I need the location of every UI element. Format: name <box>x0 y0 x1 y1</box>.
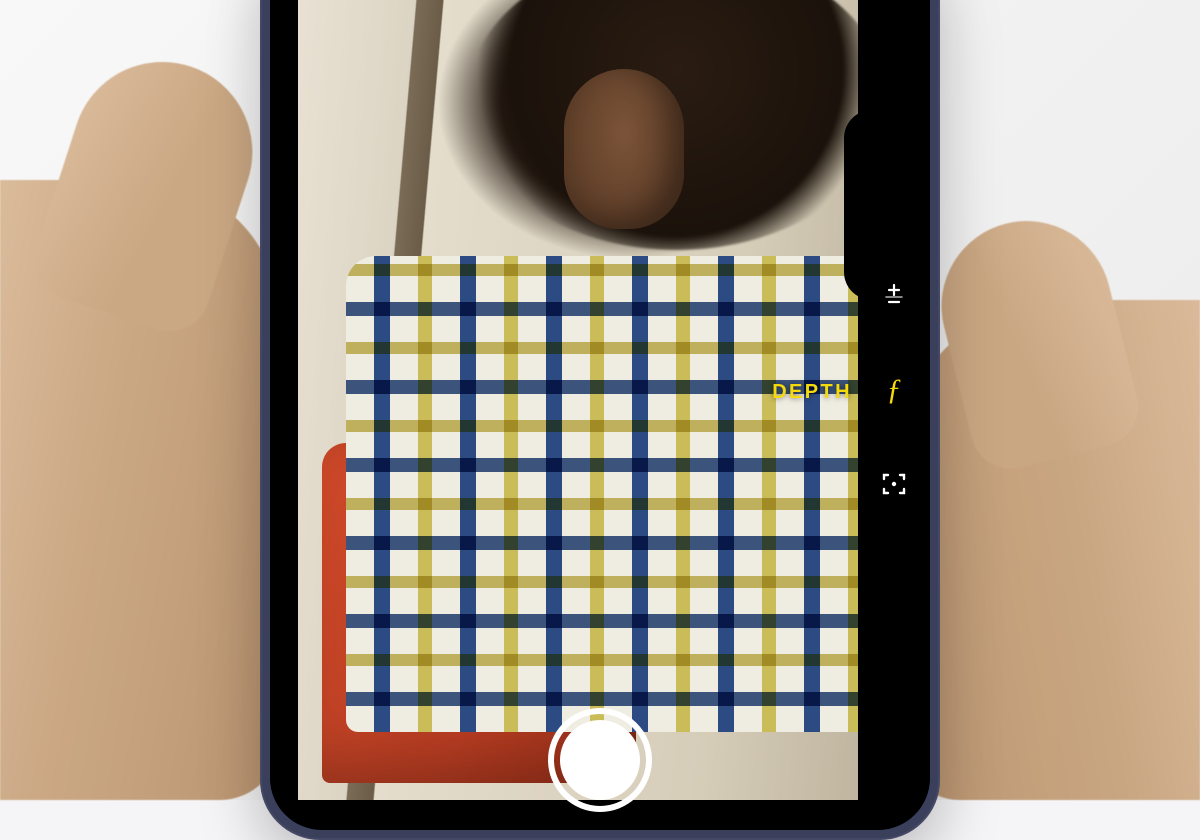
viewfinder-subject-shirt <box>346 256 878 732</box>
hand-left <box>0 180 280 800</box>
depth-control-button[interactable]: DEPTH ƒ <box>874 370 914 410</box>
exposure-button[interactable] <box>874 276 914 316</box>
shutter-button[interactable] <box>548 708 652 812</box>
phone-device: DEPTH ƒ <box>260 0 940 840</box>
shutter-core-icon <box>560 720 640 800</box>
frame-focus-button[interactable] <box>874 464 914 504</box>
camera-app-screen: DEPTH ƒ <box>270 0 930 830</box>
frame-focus-icon <box>880 470 908 498</box>
aperture-f-icon: ƒ <box>887 375 902 405</box>
product-photo-scene: DEPTH ƒ <box>0 0 1200 800</box>
camera-side-controls: DEPTH ƒ <box>866 0 922 830</box>
plus-minus-icon <box>880 282 908 310</box>
hand-right <box>900 300 1200 800</box>
viewfinder-subject-face <box>564 69 684 229</box>
phone-screen-bezel: DEPTH ƒ <box>270 0 930 830</box>
depth-mode-label: DEPTH <box>772 381 852 404</box>
camera-left-bar <box>270 0 298 830</box>
